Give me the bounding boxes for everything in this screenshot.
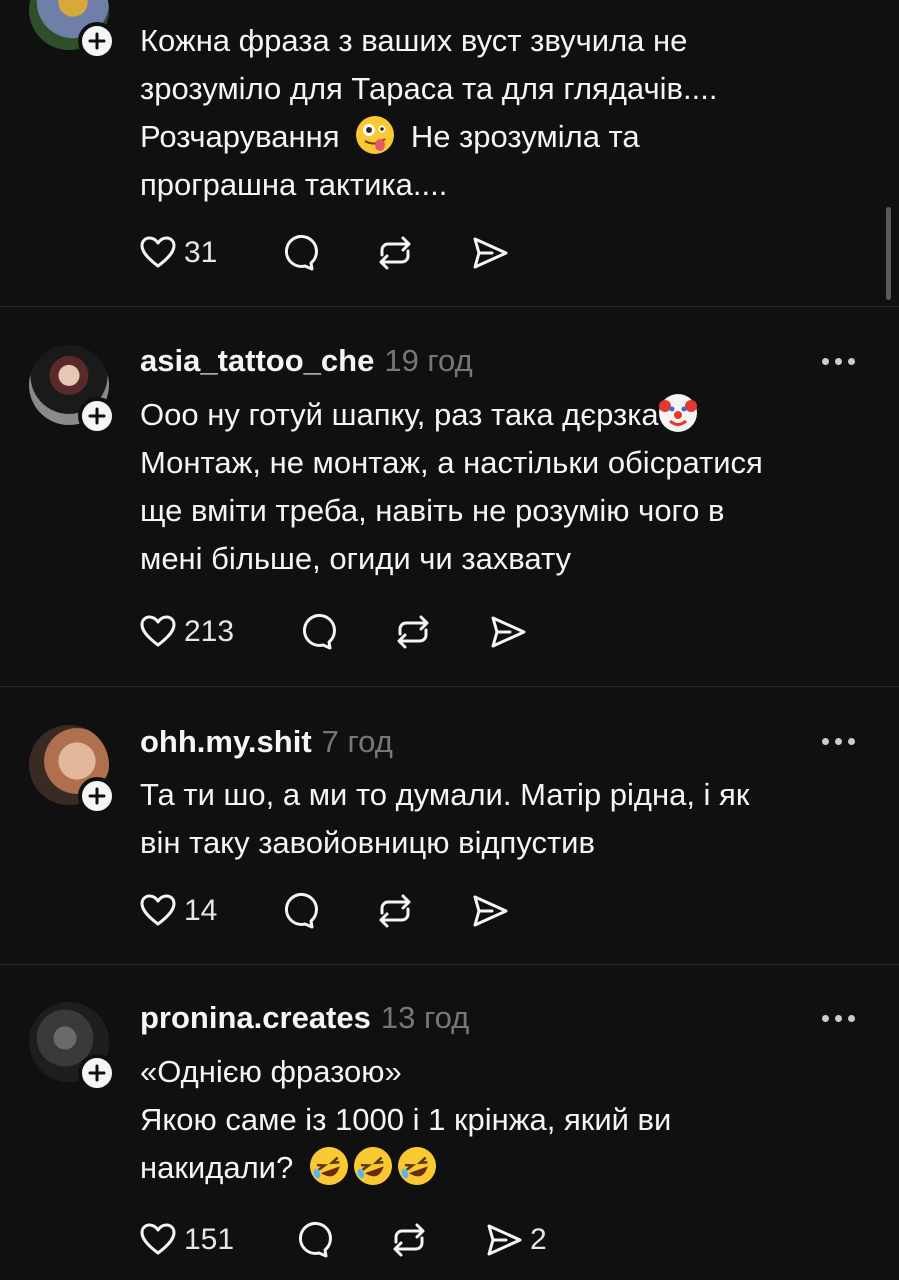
text-line: Розчарування Не зрозуміла та (140, 113, 880, 161)
post-text: Та ти шо, а ми то думали. Матір рідна, і… (140, 771, 880, 867)
rofl-emoji (348, 1141, 398, 1191)
plus-icon (88, 32, 106, 50)
rofl-emoji (304, 1141, 354, 1191)
plus-icon (88, 787, 106, 805)
repost-button[interactable] (374, 233, 416, 273)
more-icon (848, 357, 855, 365)
more-icon (835, 737, 842, 745)
divider (0, 964, 899, 965)
more-icon (835, 357, 842, 365)
zany-face-emoji (356, 116, 395, 154)
plus-icon (88, 1064, 106, 1082)
like-button[interactable]: 151 (138, 1220, 234, 1260)
more-icon (822, 737, 829, 745)
share-count: 2 (530, 1223, 547, 1256)
timestamp: 19 год (384, 343, 473, 378)
like-button[interactable]: 213 (138, 612, 234, 652)
repost-icon (379, 236, 411, 270)
username[interactable]: pronina.creates 13 год (140, 1000, 469, 1036)
like-count: 31 (184, 236, 218, 269)
share-button[interactable] (470, 891, 510, 931)
scrollbar[interactable] (886, 207, 891, 300)
like-button[interactable]: 14 (138, 891, 217, 931)
follow-button[interactable] (78, 1054, 116, 1092)
comment-icon (302, 613, 336, 650)
reply-button[interactable] (278, 233, 318, 273)
text-fragment: Не зрозуміла та (410, 119, 640, 154)
text-fragment: накидали? (140, 1150, 294, 1185)
share-button[interactable] (470, 233, 510, 273)
heart-icon (140, 236, 176, 268)
more-button[interactable] (822, 734, 866, 748)
reply-button[interactable] (278, 891, 318, 931)
username-text[interactable]: asia_tattoo_che (140, 343, 374, 378)
username[interactable]: ohh.my.shit 7 год (140, 724, 393, 760)
post-text: Кожна фраза з ваших вуст звучила не зроз… (140, 17, 880, 209)
share-button[interactable]: 2 (484, 1220, 547, 1260)
more-icon (848, 1014, 855, 1022)
text-line: Якою саме із 1000 і 1 крінжа, який ви (140, 1102, 672, 1137)
like-button[interactable]: 31 (138, 233, 217, 273)
repost-icon (393, 1223, 425, 1257)
more-icon (822, 1014, 829, 1022)
repost-button[interactable] (392, 612, 434, 652)
username[interactable]: asia_tattoo_che 19 год (140, 343, 473, 379)
follow-button[interactable] (78, 777, 116, 815)
more-icon (848, 737, 855, 745)
timestamp: 13 год (380, 1000, 470, 1035)
timestamp: 7 год (321, 724, 393, 759)
text-line: зрозуміло для Тараса та для глядачів.... (140, 71, 718, 106)
clown-face-emoji (658, 394, 697, 432)
share-button[interactable] (488, 612, 528, 652)
plus-icon (88, 407, 106, 425)
text-line: ще вміти треба, навіть не розумію чого в (140, 493, 725, 528)
text-line: Та ти шо, а ми то думали. Матір рідна, і… (140, 777, 750, 812)
like-count: 213 (184, 615, 235, 648)
text-line: Монтаж, не монтаж, а настільки обісратис… (140, 445, 763, 480)
share-icon (487, 1224, 522, 1256)
post-text: Ооо ну готуй шапку, раз така дєрзка Монт… (140, 391, 880, 583)
more-button[interactable] (822, 354, 866, 368)
heart-icon (140, 894, 176, 926)
heart-icon (140, 615, 176, 647)
reply-button[interactable] (292, 1220, 332, 1260)
username-text[interactable]: pronina.creates (140, 1000, 371, 1035)
text-line: програшна тактика.... (140, 167, 448, 202)
more-icon (835, 1014, 842, 1022)
post-text: «Однією фразою» Якою саме із 1000 і 1 кр… (140, 1048, 880, 1192)
repost-icon (379, 894, 411, 928)
repost-icon (397, 615, 429, 649)
username-text[interactable]: ohh.my.shit (140, 724, 312, 759)
rofl-emoji (392, 1141, 442, 1191)
share-icon (473, 237, 508, 269)
repost-button[interactable] (388, 1220, 430, 1260)
text-line: «Однією фразою» (140, 1054, 402, 1089)
text-line: накидали? (140, 1141, 880, 1192)
text-line: Кожна фраза з ваших вуст звучила не (140, 23, 688, 58)
follow-button[interactable] (78, 397, 116, 435)
text-line: він таку завойовницю відпустив (140, 825, 595, 860)
text-line: Ооо ну готуй шапку, раз така дєрзка (140, 391, 880, 439)
divider (0, 306, 899, 307)
share-icon (473, 895, 508, 927)
more-icon (822, 357, 829, 365)
like-count: 151 (184, 1223, 235, 1256)
comment-icon (284, 234, 318, 271)
reply-button[interactable] (296, 612, 336, 652)
heart-icon (140, 1223, 176, 1255)
repost-button[interactable] (374, 891, 416, 931)
text-fragment: Ооо ну готуй шапку, раз така дєрзка (140, 397, 659, 432)
like-count: 14 (184, 894, 218, 927)
divider (0, 686, 899, 687)
share-icon (491, 616, 526, 648)
text-fragment: Розчарування (140, 119, 340, 154)
more-button[interactable] (822, 1011, 866, 1025)
comment-icon (298, 1221, 332, 1258)
comment-icon (284, 892, 318, 929)
text-line: мені більше, огиди чи захвату (140, 541, 572, 576)
follow-button[interactable] (78, 22, 116, 60)
